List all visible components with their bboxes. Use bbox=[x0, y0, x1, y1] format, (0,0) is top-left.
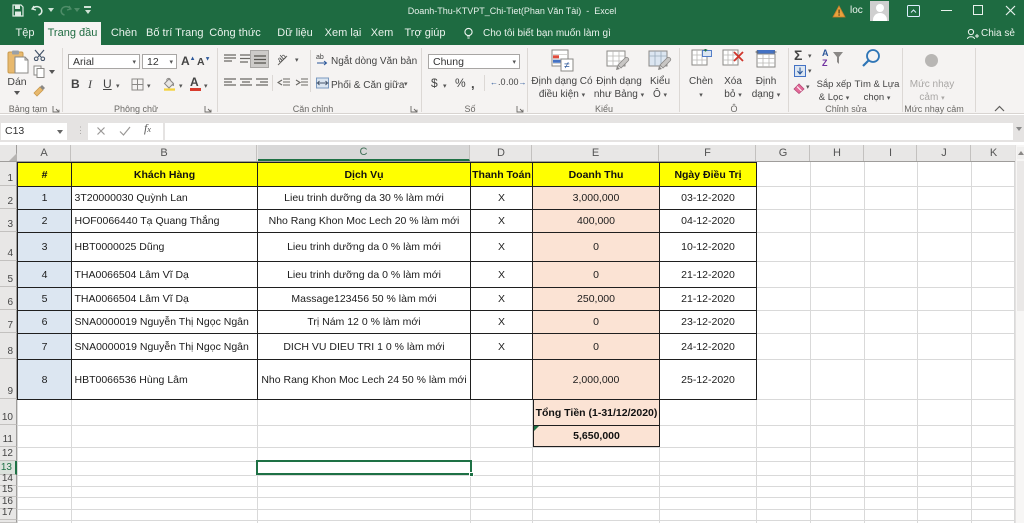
svg-text:Z: Z bbox=[822, 58, 828, 67]
svg-text:ab: ab bbox=[316, 54, 324, 61]
svg-text:≠: ≠ bbox=[564, 61, 570, 72]
svg-text:A: A bbox=[822, 48, 829, 58]
svg-text:ab: ab bbox=[276, 53, 288, 64]
